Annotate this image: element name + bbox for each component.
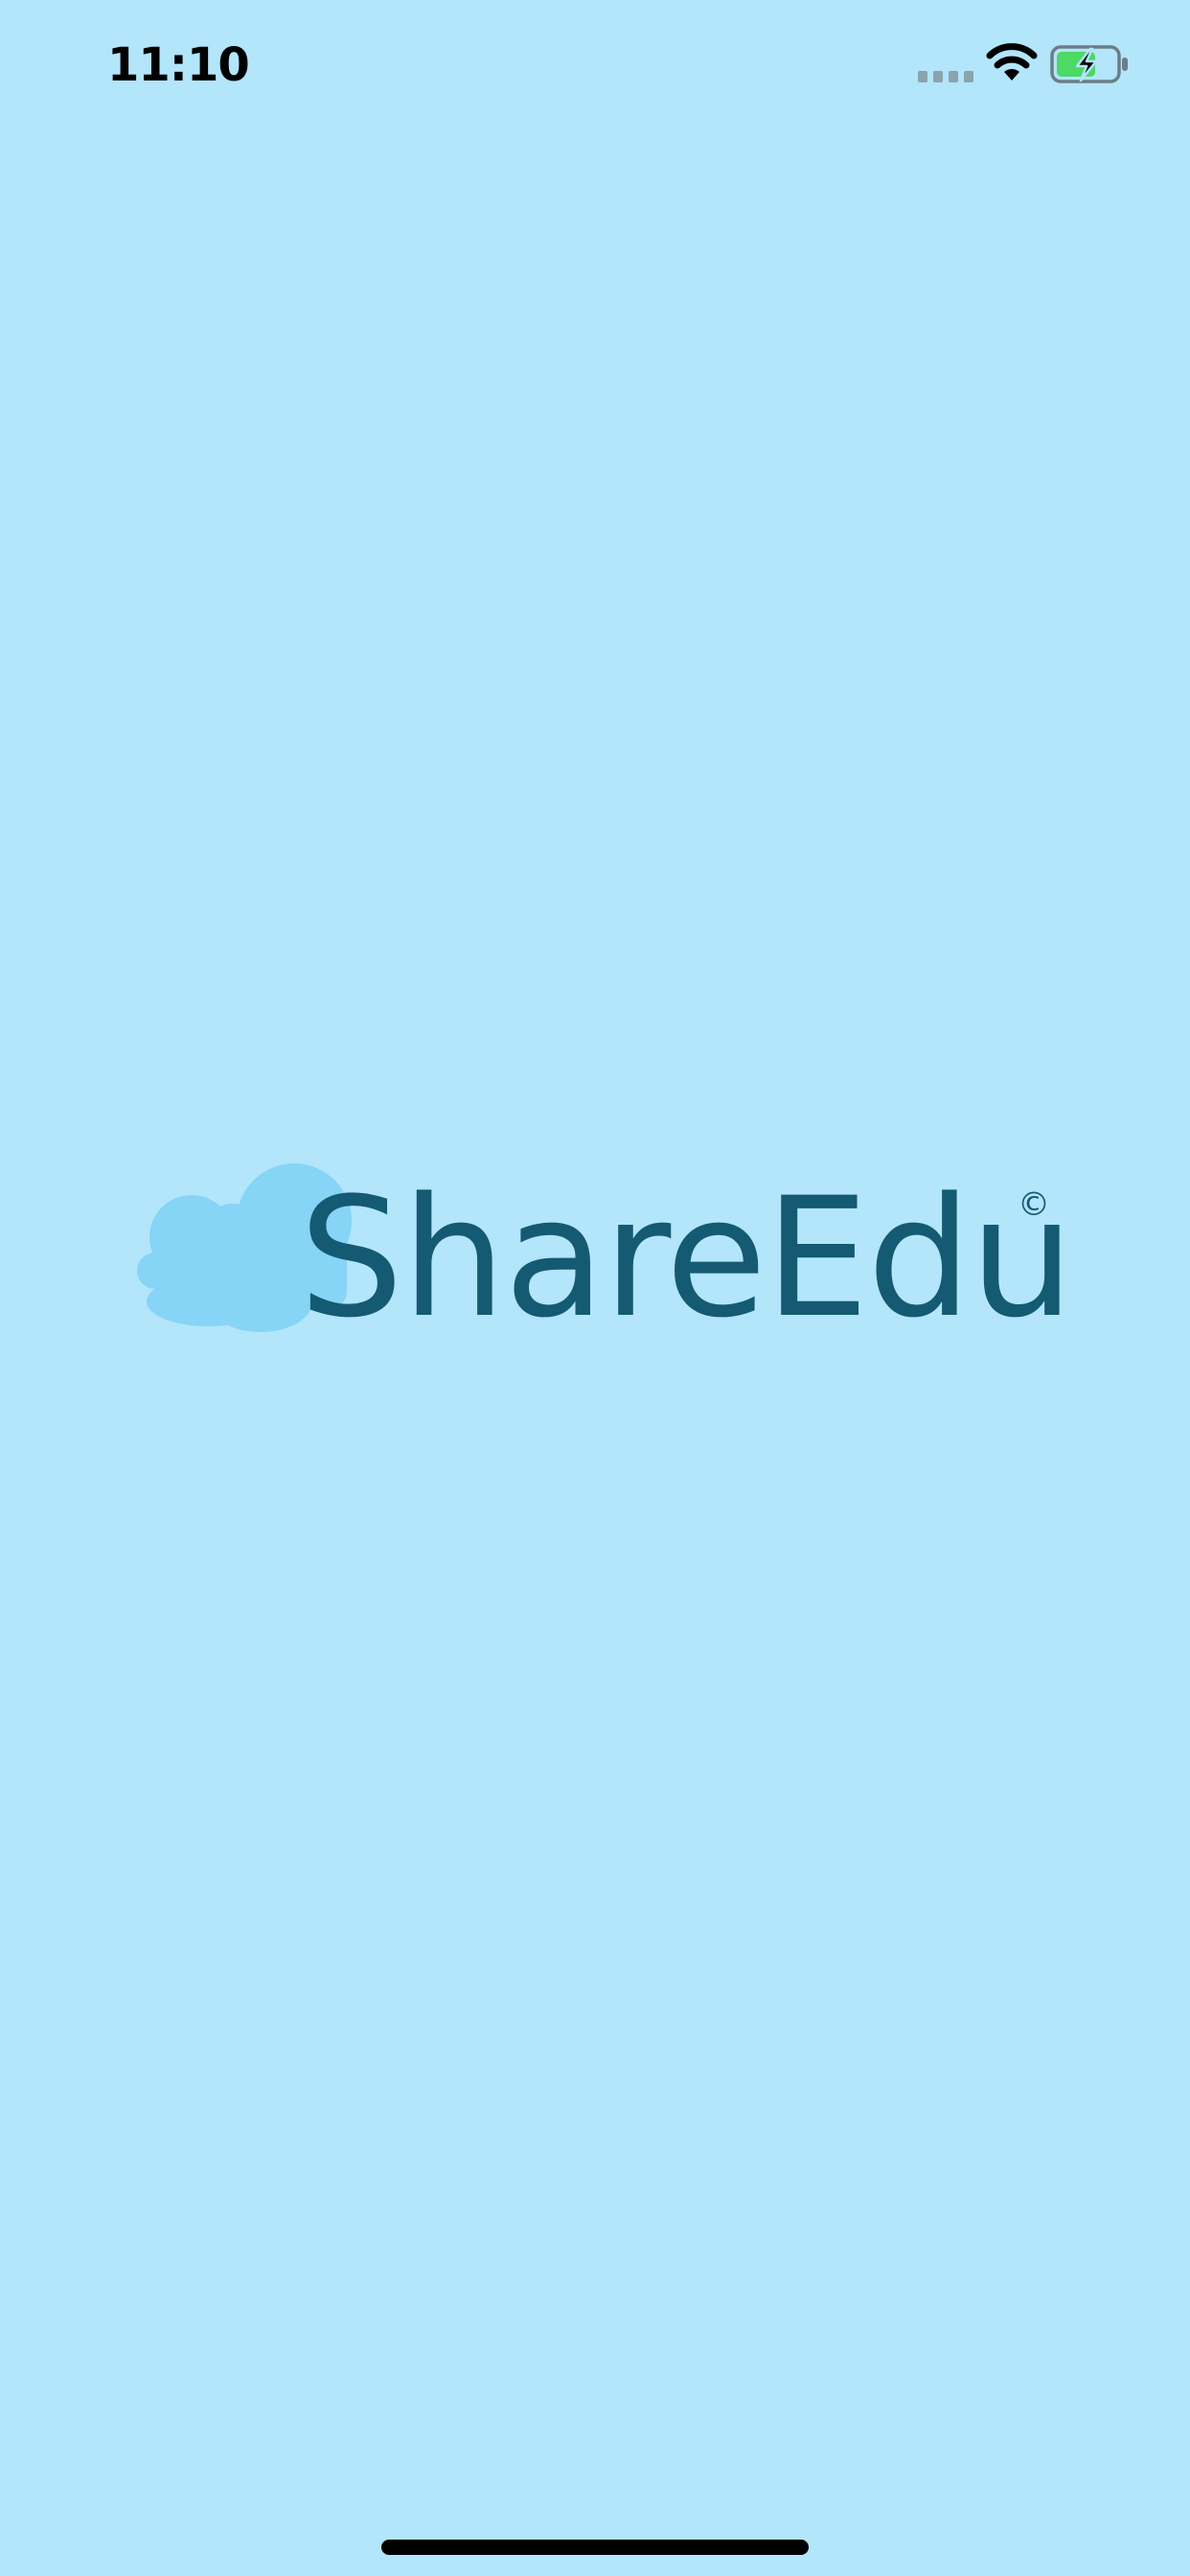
splash-logo: ShareEdu © [136,1146,1074,1349]
copyright-mark: © [1018,1185,1050,1224]
status-bar: 11:10 [0,0,1190,134]
home-indicator[interactable] [381,2540,809,2555]
status-time: 11:10 [107,38,250,92]
wifi-icon [986,43,1038,80]
app-logo-text: ShareEdu [299,1162,1074,1354]
cellular-signal-icon [918,71,973,82]
battery-charging-icon [1050,45,1128,83]
